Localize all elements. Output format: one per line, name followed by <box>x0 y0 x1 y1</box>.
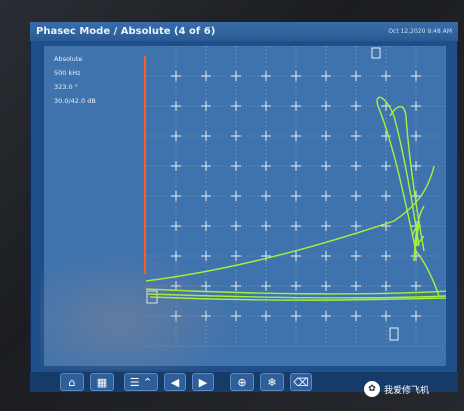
menu-button[interactable]: ☰ ⌃ <box>124 373 158 391</box>
watermark-text: 我爱修飞机 <box>384 385 430 396</box>
impedance-plane-svg <box>144 46 446 347</box>
title-bar: Phasec Mode / Absolute (4 of 6) Oct 12,2… <box>30 22 458 41</box>
home-icon: ⌂ <box>68 375 76 389</box>
snowflake-freeze-icon: ❄ <box>267 375 277 389</box>
freeze-button[interactable]: ❄ <box>260 373 284 391</box>
erase-button[interactable]: ⌫ <box>290 373 312 391</box>
window-title: Phasec Mode / Absolute (4 of 6) <box>36 26 216 37</box>
grid <box>146 46 446 347</box>
grid-icon: ▦ <box>96 375 108 389</box>
eraser-icon: ⌫ <box>293 375 309 389</box>
screen: Phasec Mode / Absolute (4 of 6) Oct 12,2… <box>30 22 458 392</box>
grid-button[interactable]: ▦ <box>90 373 114 391</box>
watermark: ✿ 我爱修飞机 <box>364 381 429 397</box>
datetime-label: Oct 12,2020 9:48 AM <box>388 28 452 35</box>
previous-button[interactable]: ◀ <box>164 373 186 391</box>
menu-up-icon: ☰ ⌃ <box>129 375 153 389</box>
readout-mode: Absolute <box>54 55 83 63</box>
crosshair-icon: ⊕ <box>237 375 247 389</box>
arrow-right-icon: ▶ <box>198 375 208 389</box>
readout-gain: 30.0/42.0 dB <box>54 97 96 105</box>
home-button[interactable]: ⌂ <box>60 373 84 391</box>
top-right-marker <box>371 47 381 59</box>
next-button[interactable]: ▶ <box>192 373 214 391</box>
readout-panel: Absolute 500 kHz 323.0 ° 30.0/42.0 dB <box>54 52 96 108</box>
bottom-right-marker <box>389 327 399 341</box>
arrow-left-icon: ◀ <box>170 375 180 389</box>
readout-phase: 323.0 ° <box>54 83 78 91</box>
watermark-badge-icon: ✿ <box>364 381 380 397</box>
impedance-plane-display[interactable]: Absolute 500 kHz 323.0 ° 30.0/42.0 dB <box>44 46 446 366</box>
null-balance-button[interactable]: ⊕ <box>230 373 254 391</box>
readout-frequency: 500 kHz <box>54 69 81 77</box>
